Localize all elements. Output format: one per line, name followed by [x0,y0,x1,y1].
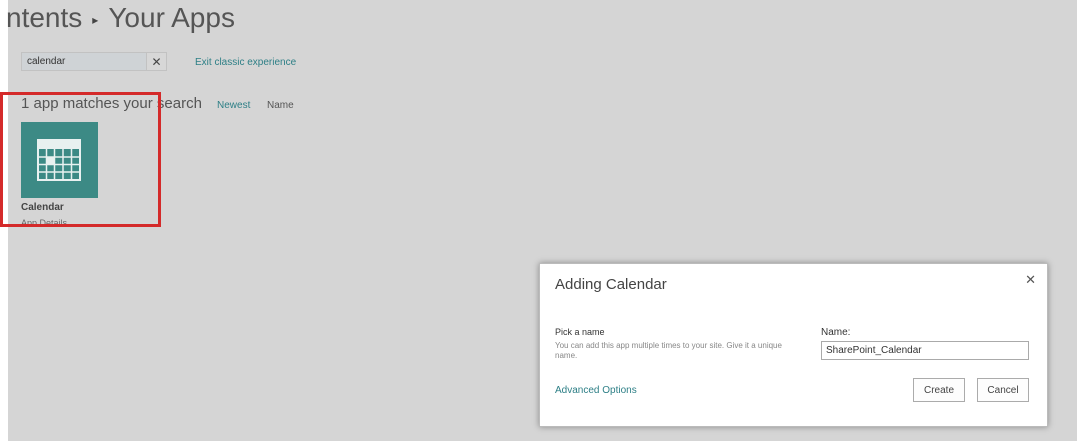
pick-name-description: You can add this app multiple times to y… [555,341,782,360]
sort-newest-link[interactable]: Newest [217,100,250,111]
highlight-box [0,92,161,227]
search-box: ✕ [21,52,167,71]
create-button[interactable]: Create [913,378,965,402]
app-name-field[interactable] [821,341,1029,360]
name-field-label: Name: [821,327,851,338]
page-title: Your Apps [108,2,235,33]
breadcrumb: ntents ▸ Your Apps [6,0,235,36]
dialog-title: Adding Calendar [555,276,667,293]
adding-app-dialog: Adding Calendar ✕ Pick a name You can ad… [539,263,1048,427]
sort-name-link[interactable]: Name [267,100,294,111]
clear-search-icon[interactable]: ✕ [146,53,166,70]
advanced-options-link[interactable]: Advanced Options [555,385,637,396]
pick-name-heading: Pick a name [555,327,605,337]
cancel-button[interactable]: Cancel [977,378,1029,402]
breadcrumb-separator-icon: ▸ [92,13,99,27]
exit-classic-experience-link[interactable]: Exit classic experience [195,57,296,68]
search-input[interactable] [22,53,147,70]
close-icon[interactable]: ✕ [1025,272,1036,288]
breadcrumb-parent[interactable]: ntents [6,2,82,34]
